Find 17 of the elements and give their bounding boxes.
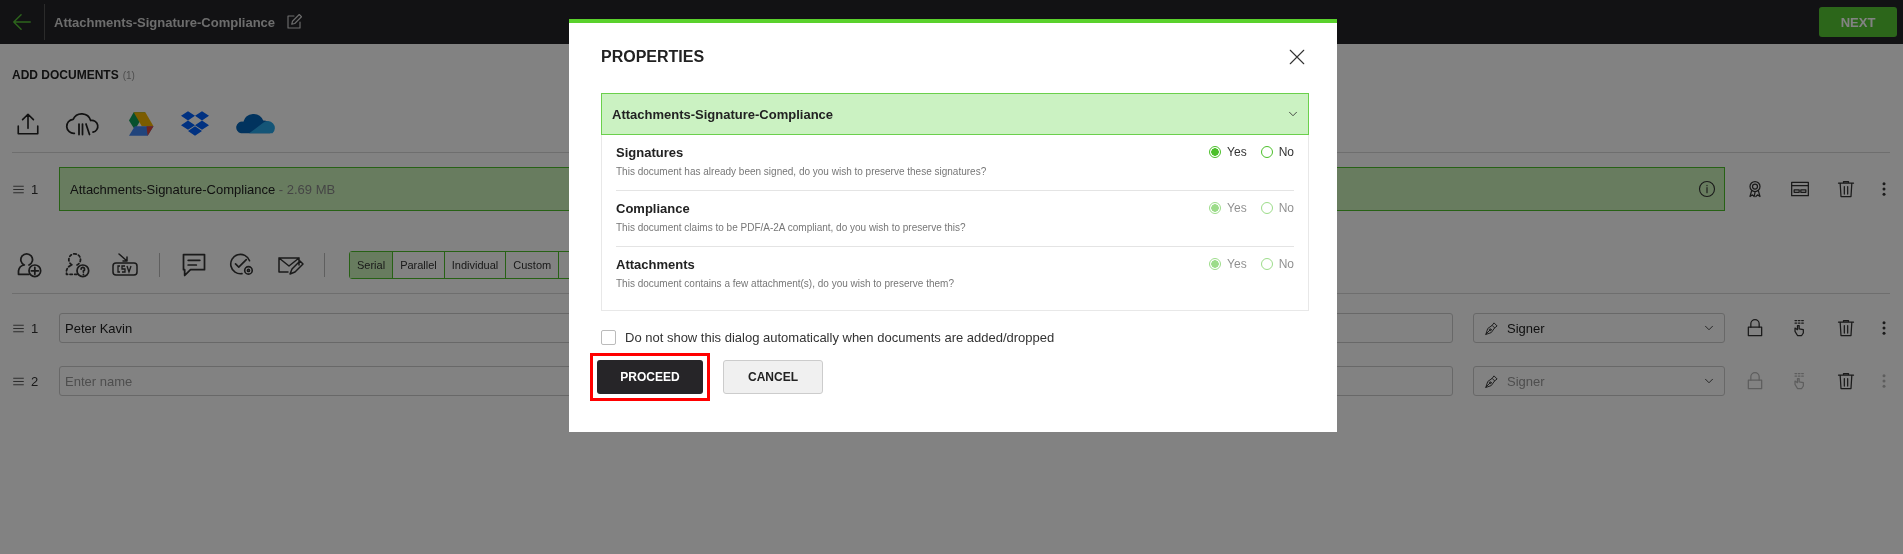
- option-title: Attachments: [616, 257, 696, 272]
- row-number: 2: [31, 373, 39, 389]
- row-number: 1: [31, 181, 39, 197]
- option-title: Signatures: [616, 145, 685, 160]
- section-heading: ADD DOCUMENTS: [12, 68, 119, 82]
- radio-option: No: [1260, 201, 1294, 215]
- dialog-title: PROPERTIES: [601, 48, 705, 66]
- option-title: Compliance: [616, 201, 691, 216]
- option-description: This document claims to be PDF/A-2A compliant, do you wish to preserve this?: [616, 222, 966, 233]
- row-number: 1: [31, 320, 39, 336]
- option-description: This document contains a few attachment(s), do you wish to preserve them?: [616, 278, 954, 289]
- document-title: Attachments-Signature-Compliance: [54, 14, 276, 30]
- radio-option: Yes: [1209, 257, 1247, 271]
- option-description: This document has already been signed, do you wish to preserve these signatures?: [616, 166, 987, 177]
- radio-option: Yes: [1209, 201, 1247, 215]
- document-name: Attachments-Signature-Compliance: [70, 181, 276, 197]
- radio-option: No: [1260, 257, 1294, 271]
